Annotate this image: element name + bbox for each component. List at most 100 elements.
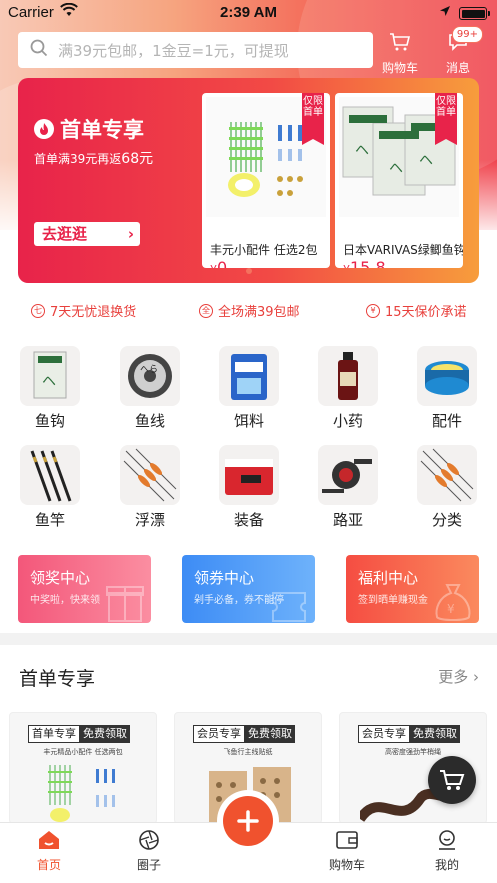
section-divider (0, 633, 497, 645)
bait-bag-icon (219, 346, 279, 406)
category-label: 鱼竿 (34, 511, 65, 529)
exclusive-product-card[interactable]: 首单专享 免费领取 丰元精品小配件 任选两包 (9, 712, 157, 824)
card-caption: 高密度强劲竿梢绳 (385, 748, 441, 756)
category-gear[interactable]: 装备 (214, 445, 284, 530)
category-label: 浮漂 (134, 511, 165, 529)
prize-center-card[interactable]: 领奖中心 中奖啦，快来领 (18, 555, 151, 623)
product-price: ¥15.8 (343, 258, 386, 268)
profile-icon (439, 830, 455, 850)
return-badge-icon: 七 (31, 303, 45, 318)
category-lure[interactable]: 路亚 (313, 445, 383, 530)
card-tag: 首单专享 免费领取 (28, 725, 130, 743)
promise-price-protect: ¥ 15天保价承诺 (366, 301, 467, 320)
promise-return: 七 7天无忧退换货 (31, 301, 136, 320)
top-message-label: 消息 (445, 61, 470, 75)
search-bar[interactable]: 满39元包邮，1金豆=1元，可提现 (18, 32, 373, 68)
category-line[interactable]: へら 鱼线 (115, 346, 185, 431)
plus-icon (237, 810, 259, 832)
reel-accessory-icon (417, 346, 477, 406)
chevron-right-icon: › (473, 668, 479, 686)
category-bait[interactable]: 饵料 (214, 346, 284, 431)
category-hooks[interactable]: ヘ 鱼钩 (15, 346, 85, 431)
tab-label: 购物车 (328, 858, 365, 872)
card-caption: 丰元精品小配件 任选两包 (43, 748, 123, 756)
banner-product-card[interactable]: ヘ ヘ ヘ 仅限首单 日本VARIVAS绿鲫鱼钩 ¥15.8 (335, 93, 463, 268)
top-cart-button[interactable]: 购物车 (375, 32, 425, 76)
promise-free-shipping: 全 全场满39包邮 (199, 301, 300, 320)
card-caption: 飞鱼行主线贴纸 (223, 748, 273, 756)
svg-text:ヘ: ヘ (389, 161, 403, 177)
cart-icon (440, 770, 465, 790)
category-accessories[interactable]: 配件 (412, 346, 482, 431)
home-icon (39, 831, 59, 849)
search-icon (30, 39, 48, 61)
product-price: ¥0 (210, 258, 228, 268)
category-all[interactable]: 分类 (412, 445, 482, 530)
bottle-icon (318, 346, 378, 406)
top-message-button[interactable]: 99+ 消息 (433, 26, 483, 76)
wallet-icon (336, 831, 358, 849)
message-icon (447, 34, 469, 55)
svg-text:ヘ: ヘ (42, 374, 56, 390)
gift-icon (106, 586, 144, 622)
hook-pack-icon: ヘ (20, 346, 80, 406)
first-order-banner[interactable]: 首单专享 首单满39元再返68元 去逛逛 › 仅限首单 丰元小配件 任选2包 0… (18, 78, 479, 283)
go-shopping-button[interactable]: 去逛逛 › (34, 222, 140, 246)
location-arrow-icon (439, 4, 451, 21)
coupon-icon (272, 592, 306, 622)
aperture-icon (139, 830, 159, 850)
prize-center-title: 领奖中心 (30, 569, 91, 587)
rod-icon (20, 445, 80, 505)
tab-label: 圈子 (136, 858, 161, 872)
product-name: 丰元小配件 任选2包 (210, 243, 318, 257)
tab-label: 我的 (434, 858, 459, 872)
category-label: 鱼线 (134, 412, 165, 430)
line-spool-icon: へら (120, 346, 180, 406)
clock: 2:39 AM (220, 4, 277, 21)
card-tag: 会员专享 免费领取 (193, 725, 295, 743)
more-link[interactable]: 更多 › (438, 666, 479, 687)
svg-text:ヘ: ヘ (419, 153, 433, 169)
category-rods[interactable]: 鱼竿 (15, 445, 85, 530)
category-icon (417, 445, 477, 505)
banner-product-card[interactable]: 仅限首单 丰元小配件 任选2包 ¥0 (202, 93, 330, 268)
banner-title: 首单专享 (34, 114, 144, 144)
price-badge-icon: ¥ (366, 303, 380, 318)
banner-subtitle: 首单满39元再返68元 (34, 151, 154, 167)
money-bag-icon: ¥ (435, 584, 471, 621)
lure-reel-icon (318, 445, 378, 505)
welfare-center-subtitle: 签到晒单赚现金 (358, 595, 428, 606)
tab-circle[interactable]: 圈子 (114, 829, 184, 873)
flame-icon (34, 119, 54, 139)
floating-cart-button[interactable] (428, 756, 476, 804)
top-cart-label: 购物车 (381, 61, 418, 75)
status-bar: Carrier 2:39 AM (0, 0, 497, 26)
float-icon (120, 445, 180, 505)
tab-label: 首页 (36, 858, 61, 872)
chevron-right-icon: › (127, 225, 134, 243)
category-label: 装备 (233, 511, 264, 529)
welfare-center-title: 福利中心 (358, 569, 419, 587)
coupon-center-title: 领券中心 (194, 569, 255, 587)
tab-cart[interactable]: 购物车 (312, 829, 382, 873)
svg-text:へら: へら (140, 364, 158, 375)
category-label: 配件 (431, 412, 462, 430)
card-tag: 会员专享 免费领取 (358, 725, 460, 743)
product-name: 日本VARIVAS绿鲫鱼钩 (343, 243, 463, 257)
category-additive[interactable]: 小药 (313, 346, 383, 431)
first-order-ribbon: 仅限首单 (302, 93, 324, 145)
cart-icon (389, 33, 411, 55)
category-label: 路亚 (332, 511, 363, 529)
tab-profile[interactable]: 我的 (412, 829, 482, 873)
prize-center-subtitle: 中奖啦，快来领 (30, 595, 100, 606)
welfare-center-card[interactable]: 福利中心 签到晒单赚现金 ¥ (346, 555, 479, 623)
publish-button[interactable] (223, 796, 273, 846)
carousel-indicator (246, 268, 252, 274)
category-floats[interactable]: 浮漂 (115, 445, 185, 530)
category-label: 分类 (431, 511, 462, 529)
shipping-badge-icon: 全 (199, 303, 213, 318)
category-label: 饵料 (233, 412, 264, 430)
coupon-center-card[interactable]: 领券中心 剁手必备，券不能停 (182, 555, 315, 623)
section-title: 首单专享 (19, 668, 96, 690)
tab-home[interactable]: 首页 (14, 829, 84, 873)
